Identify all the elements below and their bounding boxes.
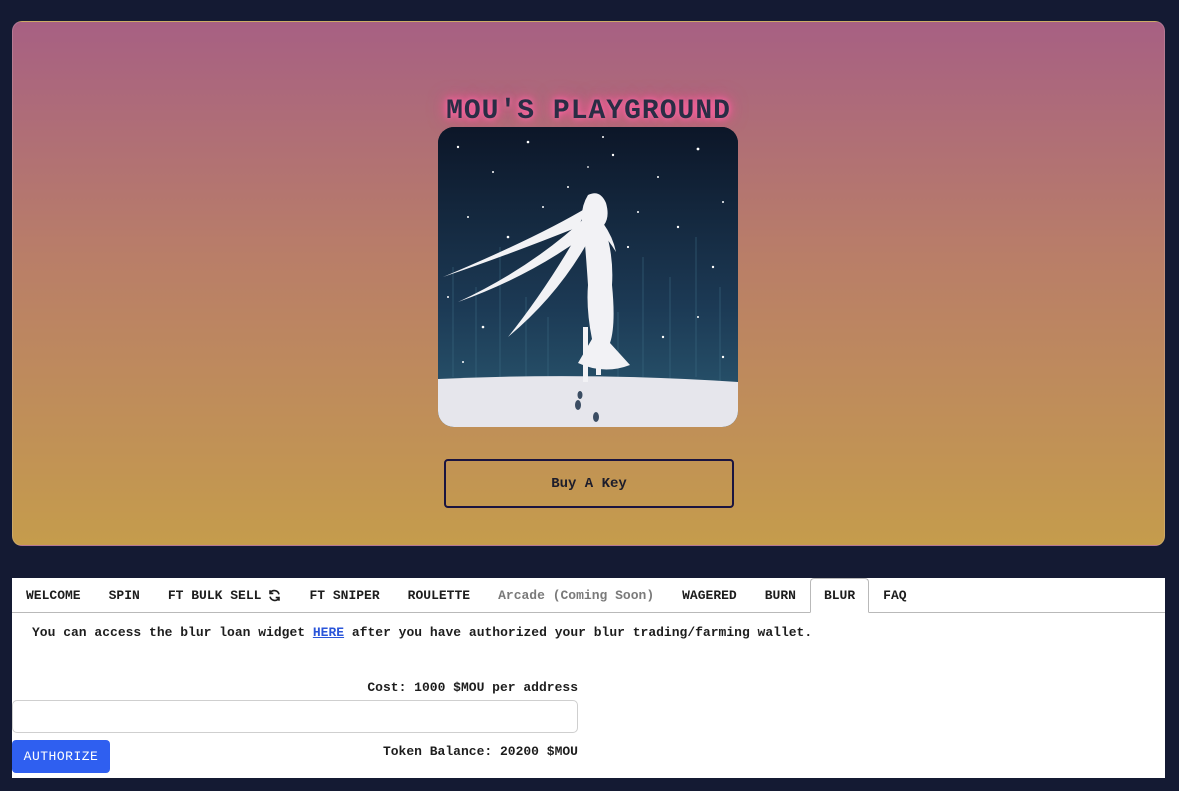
tab-faq[interactable]: FAQ	[869, 578, 920, 612]
tab-bar: WELCOME SPIN FT BULK SELL FT SNIPER ROUL…	[12, 578, 1165, 613]
tab-welcome[interactable]: WELCOME	[12, 578, 95, 612]
tab-roulette[interactable]: ROULETTE	[394, 578, 484, 612]
tab-burn[interactable]: BURN	[751, 578, 810, 612]
tab-ft-bulk-sell[interactable]: FT BULK SELL	[154, 578, 296, 612]
hero-artwork	[438, 127, 738, 427]
tab-label: FT BULK SELL	[167, 588, 262, 603]
buy-key-button[interactable]: Buy A Key	[444, 459, 734, 508]
token-balance-label: Token Balance: 20200 $MOU	[382, 744, 578, 759]
tab-label: FAQ	[883, 588, 907, 603]
tab-arcade: Arcade (Coming Soon)	[484, 578, 668, 612]
tab-label: BURN	[764, 588, 796, 603]
tab-panel: WELCOME SPIN FT BULK SELL FT SNIPER ROUL…	[12, 578, 1165, 778]
blur-loan-widget-link[interactable]: HERE	[313, 625, 344, 640]
tab-label: SPIN	[108, 588, 140, 603]
tab-label: Arcade (Coming Soon)	[498, 588, 655, 603]
page-title: MOU'S PLAYGROUND	[446, 96, 731, 127]
refresh-icon	[268, 589, 281, 602]
tab-wagered[interactable]: WAGERED	[668, 578, 751, 612]
cost-label: Cost: 1000 $MOU per address	[367, 680, 578, 695]
tab-label: BLUR	[823, 588, 856, 603]
tab-label: WAGERED	[682, 588, 737, 603]
blur-info-text: You can access the blur loan widget HERE…	[32, 625, 812, 640]
info-prefix: You can access the blur loan widget	[32, 625, 313, 640]
tab-ft-sniper[interactable]: FT SNIPER	[295, 578, 393, 612]
info-suffix: after you have authorized your blur trad…	[344, 625, 813, 640]
anime-girl-artwork-image	[438, 127, 738, 427]
tab-blur[interactable]: BLUR	[809, 578, 870, 613]
tab-label: FT SNIPER	[309, 588, 380, 603]
address-input[interactable]	[12, 700, 578, 733]
tab-spin[interactable]: SPIN	[95, 578, 154, 612]
tab-label: WELCOME	[26, 588, 81, 603]
hero-banner: MOU'S PLAYGROUND Buy A Key	[12, 21, 1165, 546]
tab-label: ROULETTE	[407, 588, 471, 603]
